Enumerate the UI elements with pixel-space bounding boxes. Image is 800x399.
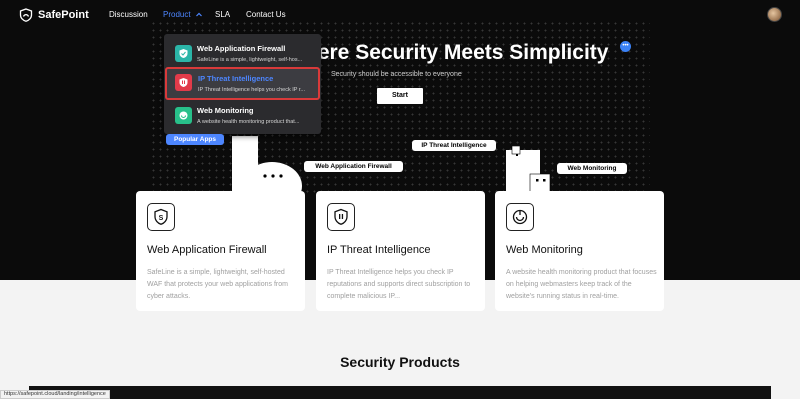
ip-threat-icon	[175, 74, 192, 91]
dropdown-item-monitoring-desc: A website health monitoring product that…	[197, 119, 300, 125]
card-web-application-firewall[interactable]: S Web Application Firewall SafeLine is a…	[136, 191, 305, 311]
brand-name: SafePoint	[38, 9, 89, 21]
product-dropdown-menu: Web Application Firewall SafeLine is a s…	[164, 34, 321, 134]
nav-discussion[interactable]: Discussion	[109, 10, 148, 19]
dropdown-item-ip-threat-intelligence[interactable]: IP Threat Intelligence IP Threat Intelli…	[165, 67, 320, 100]
user-avatar[interactable]	[767, 7, 782, 22]
dropdown-item-waf[interactable]: Web Application Firewall SafeLine is a s…	[170, 40, 315, 68]
nav-product-label: Product	[163, 10, 191, 19]
monitoring-icon	[506, 203, 534, 231]
firewall-shield-icon: S	[147, 203, 175, 231]
card-waf-title: Web Application Firewall	[147, 244, 267, 256]
svg-text:S: S	[159, 215, 164, 222]
card-ip-threat-intelligence[interactable]: IP Threat Intelligence IP Threat Intelli…	[316, 191, 485, 311]
chevron-up-icon	[195, 13, 202, 17]
dropdown-item-web-monitoring[interactable]: Web Monitoring A website health monitori…	[170, 102, 315, 130]
ip-threat-shield-icon	[327, 203, 355, 231]
nav-contact-us[interactable]: Contact Us	[246, 10, 286, 19]
dropdown-item-waf-title: Web Application Firewall	[197, 44, 286, 53]
section-title: Security Products	[340, 354, 460, 370]
card-monitoring-desc: A website health monitoring product that…	[506, 269, 657, 300]
top-navigation: SafePoint Discussion Product SLA Contact…	[0, 0, 800, 30]
card-web-monitoring[interactable]: Web Monitoring A website health monitori…	[495, 191, 664, 311]
label-web-application-firewall: Web Application Firewall	[304, 161, 403, 172]
label-ip-threat-intelligence: IP Threat Intelligence	[412, 140, 496, 151]
card-monitoring-title: Web Monitoring	[506, 244, 583, 256]
dropdown-item-ip-title: IP Threat Intelligence	[198, 74, 274, 83]
brand-logo[interactable]: SafePoint	[19, 8, 89, 22]
nav-sla[interactable]: SLA	[215, 10, 230, 19]
popular-apps-badge[interactable]: Popular Apps	[166, 134, 224, 145]
web-monitoring-icon	[175, 107, 192, 124]
products-section-preview	[29, 386, 771, 399]
card-ip-desc: IP Threat Intelligence helps you check I…	[327, 269, 471, 300]
waf-shield-icon	[175, 45, 192, 62]
card-waf-desc: SafeLine is a simple, lightweight, self-…	[147, 269, 288, 300]
mascot-illustration	[232, 136, 302, 198]
chat-icon[interactable]: •••	[620, 41, 631, 52]
robot-illustration	[506, 146, 551, 192]
hero-title: here Security Meets Simplicity	[305, 41, 609, 64]
nav-product[interactable]: Product	[163, 10, 202, 19]
card-ip-title: IP Threat Intelligence	[327, 244, 431, 256]
status-bar-url: https://safepoint.cloud/landing/intellig…	[0, 390, 110, 399]
hero-subtitle: Security should be accessible to everyon…	[331, 71, 462, 78]
start-button[interactable]: Start	[377, 88, 423, 104]
dropdown-item-ip-desc: IP Threat Intelligence helps you check I…	[198, 87, 306, 93]
shield-logo-icon	[19, 8, 33, 22]
label-web-monitoring: Web Monitoring	[557, 163, 627, 174]
dropdown-item-waf-desc: SafeLine is a simple, lightweight, self-…	[197, 57, 303, 63]
dropdown-item-monitoring-title: Web Monitoring	[197, 106, 254, 115]
